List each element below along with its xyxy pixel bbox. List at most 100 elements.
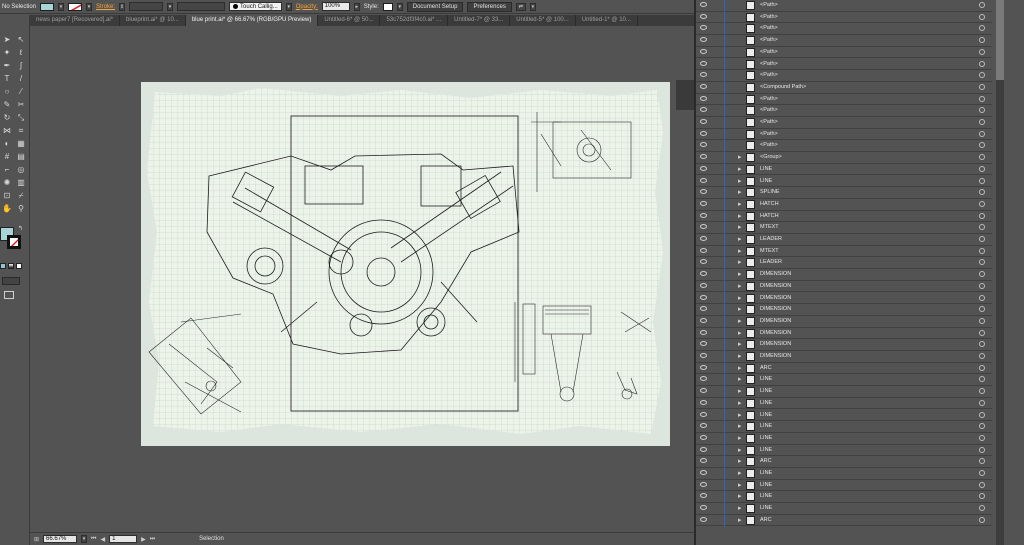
visibility-eye-icon[interactable] (700, 353, 707, 358)
visibility-eye-icon[interactable] (700, 48, 707, 54)
target-circle-icon[interactable] (979, 95, 985, 102)
type-tool-icon[interactable]: T (2, 74, 12, 84)
fill-color-swatch[interactable] (40, 2, 55, 11)
expand-arrow-icon[interactable]: ▸ (738, 200, 742, 208)
layer-row-label[interactable]: HATCH (760, 213, 779, 219)
expand-arrow-icon[interactable]: ▸ (738, 294, 742, 302)
target-circle-icon[interactable] (979, 388, 985, 395)
layer-row-label[interactable]: LINE (760, 447, 772, 453)
expand-arrow-icon[interactable]: ▸ (738, 352, 742, 360)
target-circle-icon[interactable] (979, 224, 985, 231)
fill-dropdown-icon[interactable]: ▾ (58, 2, 65, 11)
layer-row[interactable]: ▸ LINE (696, 503, 992, 516)
visibility-eye-icon[interactable] (700, 142, 707, 148)
visibility-eye-icon[interactable] (700, 411, 707, 417)
visibility-eye-icon[interactable] (700, 154, 707, 160)
expand-arrow-icon[interactable]: ▸ (738, 492, 742, 500)
layer-row[interactable]: ▸ LINE (696, 386, 992, 399)
layer-row-label[interactable]: <Path> (760, 25, 778, 31)
layer-row[interactable]: ▸ LINE (696, 163, 992, 176)
target-circle-icon[interactable] (979, 411, 985, 418)
ellipse-tool-icon[interactable]: ○ (2, 87, 12, 97)
visibility-eye-icon[interactable] (700, 60, 707, 66)
gradient-tool-icon[interactable]: ▤ (16, 152, 26, 162)
artboard-tool-icon[interactable]: ⊡ (2, 191, 12, 201)
shape-builder-tool-icon[interactable]: ◐ (2, 139, 12, 149)
gradient-mode-icon[interactable] (8, 263, 14, 269)
column-graph-tool-icon[interactable]: ▥ (16, 178, 26, 188)
previous-artboard-icon[interactable]: ◀ (100, 536, 105, 543)
curvature-tool-icon[interactable]: ∫ (16, 61, 26, 71)
layer-row[interactable]: <Path> (696, 35, 992, 48)
expand-arrow-icon[interactable]: ▸ (738, 223, 742, 231)
layer-row-label[interactable]: LINE (760, 388, 772, 394)
expand-arrow-icon[interactable]: ▸ (738, 177, 742, 185)
layer-row-label[interactable]: LEADER (760, 259, 782, 265)
expand-arrow-icon[interactable]: ▸ (738, 504, 742, 512)
swap-colors-icon[interactable]: ↰ (18, 225, 23, 232)
stroke-weight-field[interactable] (129, 2, 164, 11)
layer-row-label[interactable]: DIMENSION (760, 271, 791, 277)
scissors-tool-icon[interactable]: ✂ (16, 100, 26, 110)
layer-row[interactable]: <Path> (696, 117, 992, 129)
target-circle-icon[interactable] (979, 434, 985, 441)
expand-arrow-icon[interactable]: ▸ (738, 364, 742, 372)
target-circle-icon[interactable] (979, 364, 985, 371)
eyedropper-tool-icon[interactable]: ⌐ (2, 165, 12, 175)
zoom-tool-icon[interactable]: ⚲ (16, 204, 26, 214)
pen-tool-icon[interactable]: ✒ (2, 61, 12, 71)
layer-row-label[interactable]: <Path> (760, 107, 778, 113)
document-setup-button[interactable]: Document Setup (406, 1, 464, 12)
opacity-input[interactable]: 100% (321, 2, 350, 11)
expand-arrow-icon[interactable]: ▸ (738, 258, 742, 266)
visibility-eye-icon[interactable] (700, 388, 707, 394)
expand-arrow-icon[interactable]: ▸ (738, 247, 742, 255)
visibility-eye-icon[interactable] (700, 25, 707, 31)
layer-row[interactable]: ▸ LEADER (696, 257, 992, 270)
layer-row-label[interactable]: ARC (760, 365, 772, 371)
layer-row-label[interactable]: LINE (760, 493, 772, 499)
visibility-eye-icon[interactable] (700, 83, 707, 89)
brush-dropdown-icon[interactable]: ▾ (285, 2, 292, 11)
layer-row[interactable]: ▸ LINE (696, 409, 992, 422)
layer-row-label[interactable]: LINE (760, 166, 772, 172)
expand-arrow-icon[interactable]: ▸ (738, 329, 742, 337)
tab-document[interactable]: 53c752df3f4c0.ai* ... (380, 15, 449, 26)
artboard-number-field[interactable]: 1 (109, 535, 138, 543)
style-swatch[interactable] (382, 2, 393, 11)
layer-row[interactable]: <Path> (696, 70, 992, 83)
visibility-eye-icon[interactable] (700, 72, 707, 78)
layer-row[interactable]: ▸ LINE (696, 374, 992, 387)
rotate-tool-icon[interactable]: ↻ (2, 113, 12, 123)
expand-arrow-icon[interactable]: ▸ (738, 457, 742, 465)
opacity-label[interactable]: Opacity: (296, 4, 318, 10)
brush-definition-dropdown[interactable]: Touch Callig... (229, 2, 282, 11)
stroke-color-swatch[interactable] (68, 2, 83, 11)
visibility-eye-icon[interactable] (700, 505, 707, 511)
visibility-eye-icon[interactable] (700, 458, 707, 464)
mesh-tool-icon[interactable]: # (2, 152, 12, 162)
visibility-eye-icon[interactable] (700, 177, 707, 183)
layer-row[interactable]: <Path> (696, 93, 992, 106)
layer-row-label[interactable]: <Path> (760, 72, 778, 78)
target-circle-icon[interactable] (979, 282, 985, 289)
visibility-eye-icon[interactable] (700, 247, 707, 253)
visibility-eye-icon[interactable] (700, 399, 707, 405)
target-circle-icon[interactable] (979, 505, 985, 512)
scale-tool-icon[interactable]: ⤡ (16, 113, 26, 123)
stroke-color-box[interactable] (7, 235, 21, 249)
visibility-eye-icon[interactable] (700, 493, 707, 499)
target-circle-icon[interactable] (979, 259, 985, 266)
target-circle-icon[interactable] (979, 83, 985, 90)
visibility-eye-icon[interactable] (700, 481, 707, 487)
expand-arrow-icon[interactable]: ▸ (738, 165, 742, 173)
target-circle-icon[interactable] (979, 13, 985, 20)
target-circle-icon[interactable] (979, 446, 985, 453)
layer-row[interactable]: ▸ LEADER (696, 234, 992, 246)
target-circle-icon[interactable] (979, 165, 985, 172)
layer-row-label[interactable]: ARC (760, 458, 772, 464)
layer-row-label[interactable]: MTEXT (760, 224, 779, 230)
paintbrush-tool-icon[interactable]: ⁄ (16, 87, 26, 97)
visibility-eye-icon[interactable] (700, 236, 707, 241)
visibility-eye-icon[interactable] (700, 446, 707, 452)
